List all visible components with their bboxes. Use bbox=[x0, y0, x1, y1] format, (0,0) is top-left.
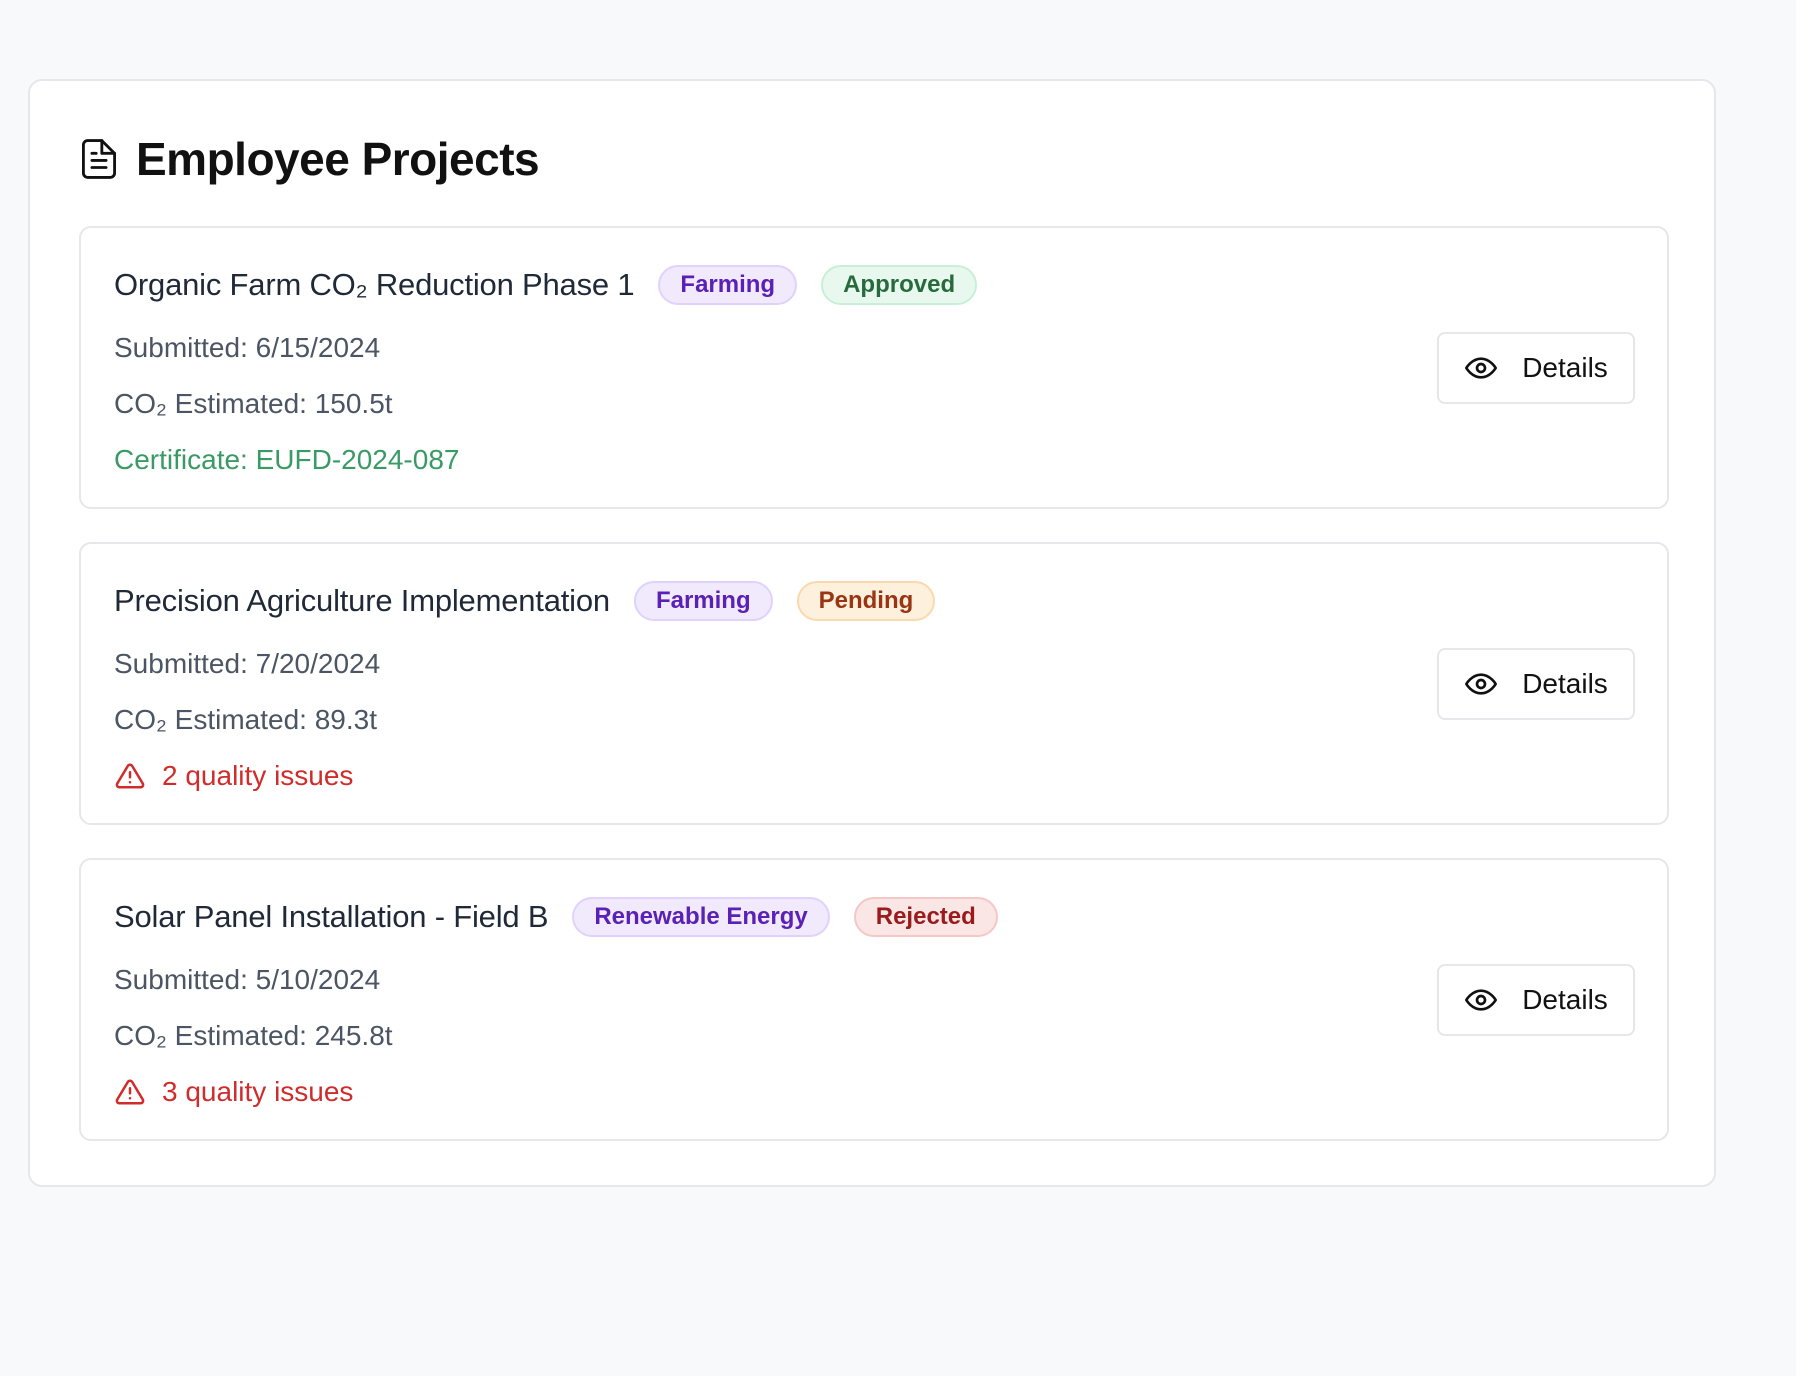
project-title-row: Solar Panel Installation - Field B Renew… bbox=[114, 892, 998, 942]
project-title: Organic Farm CO₂ Reduction Phase 1 bbox=[114, 267, 635, 302]
eye-icon bbox=[1464, 351, 1498, 385]
status-badge: Approved bbox=[821, 265, 978, 305]
project-title-row: Organic Farm CO₂ Reduction Phase 1 Farmi… bbox=[114, 260, 978, 310]
project-title-row: Precision Agriculture Implementation Far… bbox=[114, 576, 936, 626]
details-button[interactable]: Details bbox=[1437, 964, 1635, 1036]
details-button-label: Details bbox=[1522, 352, 1608, 383]
project-card: Organic Farm CO₂ Reduction Phase 1 Farmi… bbox=[79, 226, 1669, 509]
details-button[interactable]: Details bbox=[1437, 332, 1635, 404]
project-title: Solar Panel Installation - Field B bbox=[114, 899, 549, 934]
warning-triangle-icon bbox=[114, 1076, 146, 1108]
status-badge: Pending bbox=[796, 581, 936, 621]
co2-estimated: CO₂ Estimated: 245.8t bbox=[114, 1020, 393, 1051]
project-info: Solar Panel Installation - Field B Renew… bbox=[114, 892, 998, 1120]
submitted-date: Submitted: 6/15/2024 bbox=[114, 332, 381, 363]
page-title: Employee Projects bbox=[136, 133, 540, 185]
panel-header: Employee Projects bbox=[80, 121, 540, 197]
eye-icon bbox=[1464, 983, 1498, 1017]
details-button[interactable]: Details bbox=[1437, 648, 1635, 720]
details-button-label: Details bbox=[1522, 984, 1608, 1015]
quality-issues-text: 3 quality issues bbox=[162, 1076, 354, 1107]
project-title: Precision Agriculture Implementation bbox=[114, 583, 610, 618]
details-button-label: Details bbox=[1522, 668, 1608, 699]
category-badge: Renewable Energy bbox=[572, 897, 830, 937]
project-info: Organic Farm CO₂ Reduction Phase 1 Farmi… bbox=[114, 260, 978, 488]
status-badge: Rejected bbox=[853, 897, 998, 937]
co2-estimated: CO₂ Estimated: 150.5t bbox=[114, 388, 393, 419]
project-card: Solar Panel Installation - Field B Renew… bbox=[79, 858, 1669, 1141]
quality-issues-text: 2 quality issues bbox=[162, 760, 354, 791]
co2-estimated: CO₂ Estimated: 89.3t bbox=[114, 704, 377, 735]
warning-triangle-icon bbox=[114, 760, 146, 792]
category-badge: Farming bbox=[658, 265, 798, 305]
certificate-id: Certificate: EUFD-2024-087 bbox=[114, 444, 460, 475]
quality-issues: 2 quality issues bbox=[114, 748, 935, 804]
quality-issues: 3 quality issues bbox=[114, 1064, 998, 1120]
eye-icon bbox=[1464, 667, 1498, 701]
submitted-date: Submitted: 7/20/2024 bbox=[114, 648, 381, 679]
submitted-date: Submitted: 5/10/2024 bbox=[114, 964, 381, 995]
project-info: Precision Agriculture Implementation Far… bbox=[114, 576, 936, 804]
document-icon bbox=[80, 138, 118, 180]
category-badge: Farming bbox=[633, 581, 773, 621]
project-card: Precision Agriculture Implementation Far… bbox=[79, 542, 1669, 825]
employee-projects-panel: Employee Projects Organic Farm CO₂ Reduc… bbox=[28, 79, 1716, 1187]
